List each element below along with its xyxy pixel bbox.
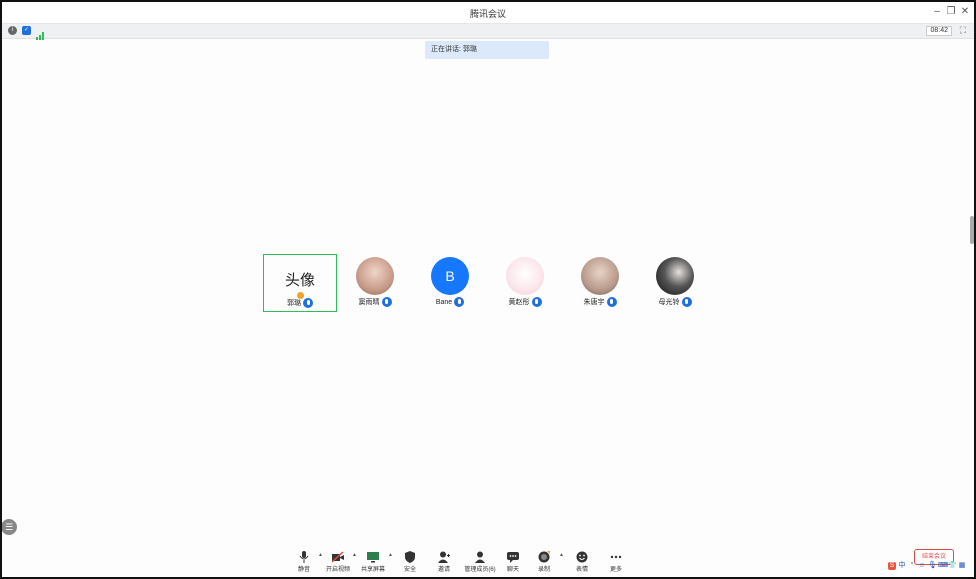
participant-tile[interactable]: 黄赵彤 (488, 254, 562, 312)
participant-tile[interactable]: 窦雨晴 (338, 254, 412, 312)
participant-tile[interactable]: 母光铃 (638, 254, 712, 312)
add-user-icon (438, 550, 450, 563)
signal-icon[interactable] (36, 27, 44, 40)
participant-tile[interactable]: B Bane (413, 254, 487, 312)
meeting-status-bar: i ✓ 08:42 ⛶ (2, 24, 974, 40)
shield-icon[interactable]: ✓ (22, 26, 31, 35)
ime-mode-label[interactable]: 中 (898, 562, 906, 570)
record-icon (538, 550, 551, 563)
members-icon (474, 550, 486, 563)
avatar (506, 257, 544, 295)
avatar (356, 257, 394, 295)
mic-icon (531, 297, 542, 308)
avatar (656, 257, 694, 295)
minimize-icon[interactable]: – (930, 5, 944, 19)
participant-tile[interactable]: 朱唐宇 (563, 254, 637, 312)
emoji-icon[interactable]: ☺ (918, 562, 926, 570)
mic-icon (606, 297, 617, 308)
meeting-toolbar: 静音 ▲ 开启视频 ▲ 共享屏幕 ▲ 安全 邀请 管理成员(6) 聊天 录制 ▲… (2, 543, 974, 577)
restore-icon[interactable]: ❐ (944, 5, 958, 19)
tools-icon[interactable]: ▦ (958, 562, 966, 570)
speaking-banner: 正在讲话: 郭璐 (425, 41, 549, 59)
scrollbar-thumb[interactable] (970, 216, 974, 244)
system-tray: S 中 ° ☺ 🎙 ⌨ 👕 ▦ (888, 562, 966, 574)
avatar: B (431, 257, 469, 295)
fullscreen-icon[interactable]: ⛶ (960, 25, 966, 36)
share-screen-icon (367, 550, 379, 563)
avatar-initial: B (445, 268, 455, 284)
video-off-icon (331, 550, 344, 563)
title-bar: 腾讯会议 – ❐ ✕ (2, 2, 974, 24)
more-dots-icon (610, 550, 622, 562)
window-title: 腾讯会议 (469, 9, 506, 19)
punctuation-icon[interactable]: ° (908, 562, 916, 570)
meeting-clock: 08:42 (926, 26, 952, 36)
keyboard-icon[interactable]: ⌨ (938, 562, 948, 570)
more-button[interactable]: 更多 (596, 550, 636, 573)
share-screen-button[interactable]: 共享屏幕 (353, 550, 393, 573)
participant-tile[interactable]: 头像 郭璐 (263, 254, 337, 312)
mic-icon (303, 298, 313, 309)
avatar (581, 257, 619, 295)
avatar-placeholder: 头像 (284, 272, 315, 289)
close-icon[interactable]: ✕ (958, 5, 972, 19)
participant-name: 母光铃 (658, 299, 680, 306)
record-button[interactable]: 录制 (524, 550, 564, 573)
sogou-ime-icon[interactable]: S (888, 562, 896, 570)
mic-icon (381, 297, 392, 308)
smiley-icon (576, 550, 588, 563)
participant-name: 朱唐宇 (583, 299, 605, 306)
participant-name: Bane (435, 298, 453, 306)
participant-name: 黄赵彤 (508, 299, 530, 306)
chat-icon (507, 550, 519, 563)
participant-name: 窦雨晴 (358, 299, 380, 306)
info-icon[interactable]: i (8, 26, 17, 35)
shield-icon (404, 550, 416, 563)
list-icon[interactable]: ☰ (1, 519, 17, 535)
participant-name: 郭璐 (287, 300, 301, 307)
clothes-icon[interactable]: 👕 (948, 562, 957, 570)
microphone-icon (298, 550, 310, 563)
voice-input-icon[interactable]: 🎙 (928, 562, 937, 570)
mic-icon (454, 297, 465, 307)
mic-icon (681, 297, 692, 308)
